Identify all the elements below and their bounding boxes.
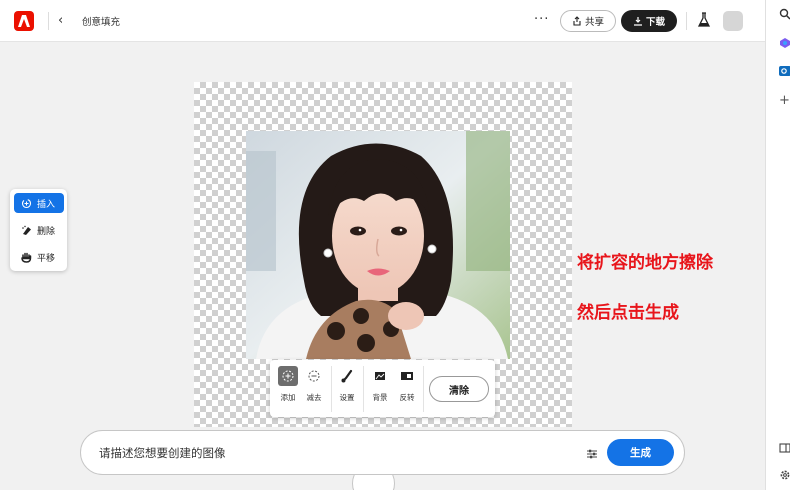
prompt-input[interactable]: 请描述您想要创建的图像 <box>99 445 226 461</box>
eraser-icon <box>22 225 31 235</box>
brush-tools-panel: 插入 删除 平移 <box>10 189 67 271</box>
gear-icon[interactable] <box>779 469 790 481</box>
brush-settings-button[interactable]: 设置 <box>333 366 361 403</box>
select-background-button[interactable]: 背景 <box>366 366 394 403</box>
subtract-label: 减去 <box>306 393 322 402</box>
invert-selection-button[interactable]: 反转 <box>393 366 421 403</box>
search-icon[interactable] <box>779 8 790 20</box>
background-label: 背景 <box>372 393 388 402</box>
top-bar: ‹ 创意填充 ··· 共享 下载 <box>0 0 765 42</box>
selection-edit-bar: 添加 减去 设置 背景 反转 清除 <box>270 360 495 417</box>
download-button[interactable]: 下载 <box>621 10 677 32</box>
more-options-button[interactable]: ··· <box>534 12 549 28</box>
divider <box>423 366 424 412</box>
right-rail: + <box>765 0 790 490</box>
background-icon <box>370 366 390 386</box>
copilot-icon[interactable] <box>779 37 790 49</box>
avatar[interactable] <box>723 11 743 31</box>
adobe-logo-icon[interactable] <box>14 11 34 31</box>
portrait-image[interactable] <box>246 131 510 359</box>
invert-icon <box>397 366 417 386</box>
remove-label: 删除 <box>37 226 56 237</box>
brush-icon <box>337 366 357 386</box>
pan-label: 平移 <box>37 253 56 264</box>
outlook-icon[interactable] <box>779 65 790 77</box>
remove-tool-button[interactable]: 删除 <box>14 220 64 240</box>
share-icon <box>573 16 581 26</box>
subtract-brush-icon <box>304 366 324 386</box>
share-button[interactable]: 共享 <box>560 10 616 32</box>
hand-icon <box>21 252 32 263</box>
prompt-bar: 请描述您想要创建的图像 生成 <box>80 430 685 475</box>
download-icon <box>633 17 642 26</box>
sidebar-toggle-icon[interactable] <box>779 442 790 454</box>
share-label: 共享 <box>584 17 604 28</box>
subtract-selection-button[interactable]: 减去 <box>300 366 328 403</box>
insert-icon <box>21 198 32 208</box>
divider <box>686 12 687 30</box>
settings-label: 设置 <box>339 393 355 402</box>
clear-button[interactable]: 清除 <box>429 376 489 402</box>
download-label: 下载 <box>645 17 665 28</box>
annotation-generate-text: 然后点击生成 <box>577 303 679 323</box>
insert-label: 插入 <box>37 199 56 210</box>
pan-tool-button[interactable]: 平移 <box>14 247 64 267</box>
annotation-erase-text: 将扩容的地方擦除 <box>577 253 713 273</box>
divider <box>331 366 332 412</box>
invert-label: 反转 <box>399 393 415 402</box>
back-chevron-icon[interactable]: ‹ <box>58 12 74 30</box>
sliders-icon[interactable] <box>585 446 599 460</box>
add-icon[interactable]: + <box>779 94 790 107</box>
insert-tool-button[interactable]: 插入 <box>14 193 64 213</box>
page-title: 创意填充 <box>82 17 121 28</box>
divider <box>363 366 364 412</box>
divider <box>48 12 49 30</box>
add-selection-button[interactable]: 添加 <box>274 366 302 403</box>
flask-icon[interactable] <box>697 12 713 30</box>
add-label: 添加 <box>280 393 296 402</box>
add-brush-icon <box>278 366 298 386</box>
generate-button[interactable]: 生成 <box>607 439 674 466</box>
